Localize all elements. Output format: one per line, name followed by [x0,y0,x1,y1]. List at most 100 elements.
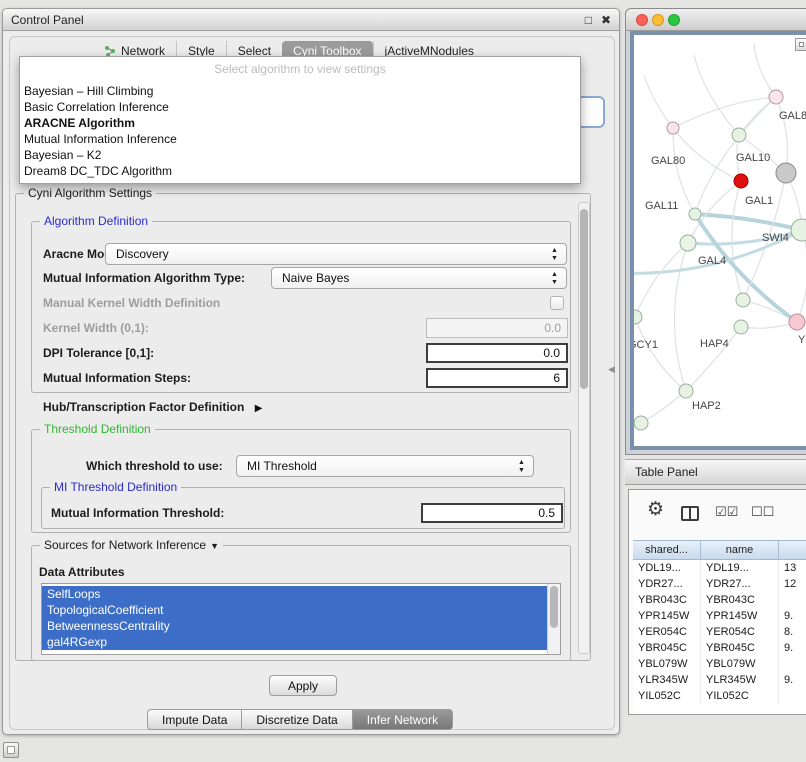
network-node[interactable] [791,219,806,241]
attribute-item-topologicalcoefficient[interactable]: TopologicalCoefficient [42,602,547,618]
network-edge[interactable] [695,214,802,230]
network-edge[interactable] [754,43,776,97]
table-row[interactable]: YDR27...YDR27...12 [633,576,806,592]
table-row[interactable]: YBR043CYBR043C [633,592,806,608]
algorithm-option-bayesian-hill-climbing[interactable]: Bayesian – Hill Climbing [20,83,580,99]
algorithm-option-dream8-dc-tdc-algorithm[interactable]: Dream8 DC_TDC Algorithm [20,163,580,179]
expand-right-icon: ▶ [255,403,263,414]
table-cell: YPR145W [633,608,701,624]
network-node[interactable] [689,208,701,220]
apply-button[interactable]: Apply [269,675,337,696]
control-panel-titlebar[interactable]: Control Panel □ ✖ [3,9,619,31]
bottom-tab-infer-network[interactable]: Infer Network [353,709,453,730]
attribute-item-selfloops[interactable]: SelfLoops [42,586,547,602]
attributes-scrollbar[interactable] [547,584,560,654]
mi-steps-field[interactable]: 6 [426,368,568,388]
aracne-mode-combo[interactable]: Discovery [105,243,567,265]
combo-arrows-icon [550,247,559,263]
network-node[interactable] [634,416,648,430]
which-threshold-label: Which threshold to use: [86,459,223,473]
network-node[interactable] [634,310,642,324]
network-node[interactable] [667,122,679,134]
gear-icon[interactable]: ⚙ [647,498,664,521]
table-column-header-2[interactable] [779,541,806,559]
table-cell: YBL079W [633,656,701,672]
select-all-rows-icon[interactable]: ☑☑ [715,504,738,520]
network-node[interactable] [679,384,693,398]
table-cell: YLR345W [701,672,779,688]
hub-definition-label: Hub/Transcription Factor Definition [43,400,244,414]
deselect-all-rows-icon[interactable]: ☐☐ [751,504,774,520]
minimize-traffic-light[interactable] [652,14,664,26]
network-view-titlebar[interactable] [626,9,806,31]
network-edge[interactable] [694,55,739,135]
table-panel-titlebar[interactable]: Table Panel [625,459,806,485]
table-row[interactable]: YER054CYER054C8. [633,624,806,640]
dpi-tolerance-label: DPI Tolerance [0,1]: [43,346,154,360]
network-node[interactable] [776,163,796,183]
hub-definition-toggle[interactable]: Hub/Transcription Factor Definition ▶ [43,400,262,414]
network-edge[interactable] [635,243,688,317]
manual-kernel-checkbox[interactable] [550,296,564,310]
network-node[interactable] [736,293,750,307]
settings-scrollbar-thumb[interactable] [580,209,588,389]
network-node[interactable] [734,174,748,188]
bottom-tab-impute-data[interactable]: Impute Data [147,709,242,730]
splitter-collapse-arrow[interactable]: ◀ [608,364,615,375]
data-attributes-list[interactable]: SelfLoopsTopologicalCoefficientBetweenne… [41,583,561,655]
close-panel-icon[interactable]: ✖ [601,13,611,27]
table-column-header-shared-[interactable]: shared... [633,541,701,559]
attributes-scrollbar-thumb[interactable] [550,586,558,628]
table-row[interactable]: YDL19...YDL19...13 [633,560,806,576]
network-edge[interactable] [635,317,686,391]
bottom-tab-discretize-data[interactable]: Discretize Data [242,709,352,730]
dpi-tolerance-field[interactable]: 0.0 [426,343,568,363]
mi-type-label: Mutual Information Algorithm Type: [43,271,245,285]
zoom-traffic-light[interactable] [668,14,680,26]
algorithm-option-aracne-algorithm[interactable]: ARACNE Algorithm [20,115,580,131]
attribute-item-gal4rgexp[interactable]: gal4RGexp [42,634,547,650]
kernel-width-field[interactable]: 0.0 [426,318,568,338]
network-edge[interactable] [674,243,688,391]
table-cell: YDR27... [701,576,779,592]
table-row[interactable]: YIL052CYIL052C [633,688,806,704]
which-threshold-combo[interactable]: MI Threshold [236,455,534,477]
algorithm-option-basic-correlation-inference[interactable]: Basic Correlation Inference [20,99,580,115]
sources-legend[interactable]: Sources for Network Inference ▼ [40,538,223,552]
table-cell: 9. [779,640,806,656]
network-edge[interactable] [641,391,686,423]
close-traffic-light[interactable] [636,14,648,26]
network-node[interactable] [769,90,783,104]
mi-type-combo[interactable]: Naive Bayes [271,267,567,289]
table-cell: YLR345W [633,672,701,688]
table-row[interactable]: YBL079WYBL079W [633,656,806,672]
table-row[interactable]: YBR045CYBR045C9. [633,640,806,656]
settings-scrollbar[interactable] [578,202,590,654]
collapse-down-icon: ▼ [210,541,219,551]
network-edge[interactable] [776,97,788,173]
algorithm-option-bayesian-k2[interactable]: Bayesian – K2 [20,147,580,163]
network-node[interactable] [789,314,805,330]
table-row[interactable]: YLR345WYLR345W9. [633,672,806,688]
attribute-item-betweennesscentrality[interactable]: BetweennessCentrality [42,618,547,634]
network-node[interactable] [680,235,696,251]
network-canvas[interactable]: GAL80GAL80GAL10GAL11GAL1SWI4GAL4GCY1HAP4… [634,35,806,446]
mi-threshold-field[interactable]: 0.5 [421,503,563,523]
network-edge[interactable] [732,181,743,300]
sources-legend-text: Sources for Network Inference [44,538,206,552]
network-edge[interactable] [686,327,741,391]
network-node[interactable] [732,128,746,142]
collapsed-panel-icon[interactable] [3,742,19,758]
network-node[interactable] [734,320,748,334]
table-row[interactable]: YPR145WYPR145W9. [633,608,806,624]
network-edge[interactable] [644,75,673,128]
float-panel-icon[interactable]: □ [585,13,592,27]
algorithm-option-mutual-information-inference[interactable]: Mutual Information Inference [20,131,580,147]
show-columns-icon[interactable] [681,506,699,521]
table-column-header-name[interactable]: name [701,541,779,559]
manual-kernel-label: Manual Kernel Width Definition [43,296,220,310]
algorithm-dropdown: Select algorithm to view settings Bayesi… [19,56,581,184]
network-edge[interactable] [797,230,806,322]
node-label-swi4: SWI4 [762,232,789,244]
birdseye-corner-icon[interactable] [795,38,806,51]
